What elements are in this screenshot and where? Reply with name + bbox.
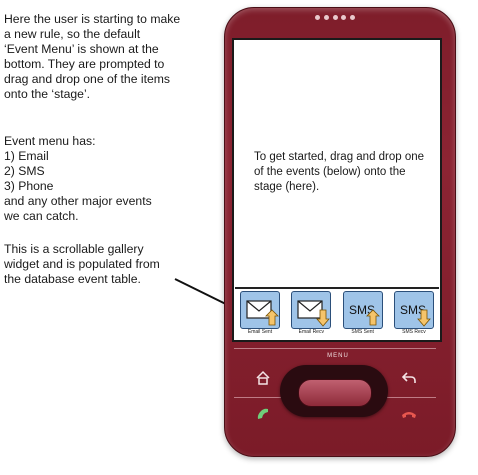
hardware-divider <box>386 397 436 398</box>
annotation-line: 1) Email <box>4 149 49 163</box>
gallery-item-caption: SMS Recv <box>402 329 426 335</box>
annotation-line: we can catch. <box>4 209 79 223</box>
event-gallery[interactable]: Email Sent Email Recv SMS SMS Sent SMS S… <box>235 287 439 339</box>
hardware-divider <box>234 397 284 398</box>
call-icon[interactable] <box>254 405 272 423</box>
envelope-icon <box>240 291 280 329</box>
gallery-item-sms-sent[interactable]: SMS SMS Sent <box>341 291 385 336</box>
envelope-icon <box>291 291 332 329</box>
menu-button[interactable]: MENU <box>323 353 353 359</box>
annotation-line: Event menu has: <box>4 134 96 148</box>
annotation-line: Here the user is starting to make <box>4 12 181 26</box>
phone-mockup: To get started, drag and drop one of the… <box>210 3 466 463</box>
annotation-line: 3) Phone <box>4 179 54 193</box>
gallery-item-caption: Email Sent <box>247 329 273 335</box>
annotation-line: drag and drop one of the items <box>4 72 170 86</box>
annotation-line: the database event table. <box>4 272 141 286</box>
annotation-intro: Here the user is starting to make a new … <box>4 12 194 102</box>
phone-screen: To get started, drag and drop one of the… <box>232 38 442 342</box>
annotation-line: This is a scrollable gallery <box>4 242 144 256</box>
hardware-divider <box>234 348 436 349</box>
annotation-event-menu: Event menu has: 1) Email 2) SMS 3) Phone… <box>4 134 194 224</box>
annotation-line: ‘Event Menu’ is shown at the <box>4 42 159 56</box>
end-call-icon[interactable] <box>400 405 418 423</box>
sms-icon: SMS <box>342 291 383 329</box>
annotation-line: widget and is populated from <box>4 257 160 271</box>
gallery-item-caption: SMS Sent <box>351 329 374 335</box>
speaker-grille <box>315 15 355 21</box>
gallery-item-sms-recv[interactable]: SMS SMS Recv <box>392 291 436 336</box>
sms-icon: SMS <box>393 291 434 329</box>
gallery-item-email-sent[interactable]: Email Sent <box>238 291 282 336</box>
back-icon[interactable] <box>400 369 418 387</box>
annotation-line: a new rule, so the default <box>4 27 141 41</box>
gallery-item-caption: Email Recv <box>298 329 324 335</box>
gallery-item-email-recv[interactable]: Email Recv <box>289 291 333 336</box>
stage-message[interactable]: To get started, drag and drop one of the… <box>254 150 434 195</box>
annotation-line: bottom. They are prompted to <box>4 57 165 71</box>
trackball-button[interactable] <box>298 379 372 407</box>
annotation-line: 2) SMS <box>4 164 45 178</box>
home-icon[interactable] <box>254 369 272 387</box>
annotation-line: and any other major events <box>4 194 152 208</box>
annotation-line: onto the ‘stage’. <box>4 87 91 101</box>
annotation-gallery-note: This is a scrollable gallery widget and … <box>4 242 194 287</box>
